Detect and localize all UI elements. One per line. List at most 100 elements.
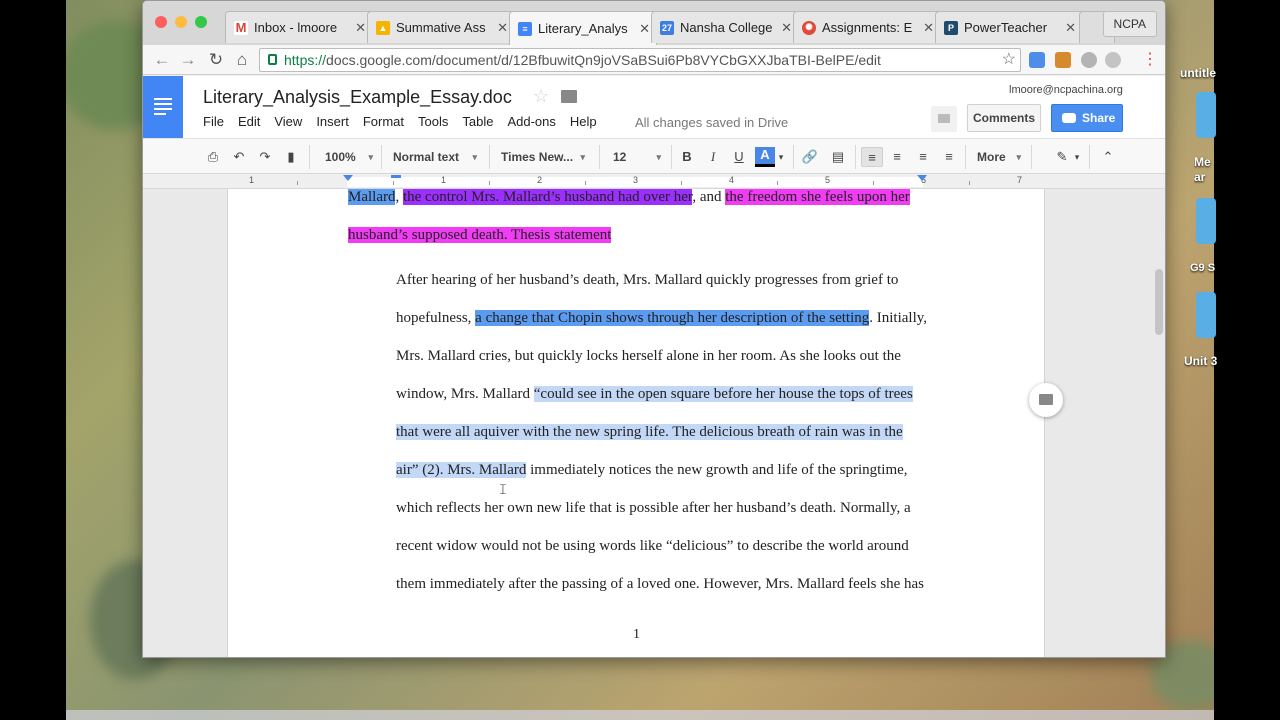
- address-bar[interactable]: https://docs.google.com/document/d/12Bfb…: [259, 48, 1021, 72]
- folder-icon[interactable]: [561, 90, 577, 103]
- star-icon[interactable]: ☆: [533, 86, 549, 107]
- align-center-icon[interactable]: ≡: [887, 147, 907, 167]
- menu-addons[interactable]: Add-ons: [507, 114, 555, 129]
- italic-button[interactable]: I: [705, 147, 721, 167]
- browser-window: M Inbox - lmoore ✕ ▲ Summative Ass ✕ ≡ L…: [142, 0, 1166, 658]
- menu-format[interactable]: Format: [363, 114, 404, 129]
- skype-extension-icon[interactable]: [1081, 52, 1097, 68]
- thesis-paragraph[interactable]: Mallard, the control Mrs. Mallard’s husb…: [348, 178, 928, 254]
- menu-bar: File Edit View Insert Format Tools Table…: [203, 114, 611, 129]
- powerteacher-icon: P: [944, 20, 958, 35]
- minimize-window-button[interactable]: [175, 16, 187, 28]
- close-icon[interactable]: ✕: [497, 20, 508, 36]
- folder-icon[interactable]: [1196, 292, 1216, 338]
- document-page[interactable]: Mallard, the control Mrs. Mallard’s husb…: [227, 189, 1045, 657]
- dock[interactable]: [66, 710, 1214, 720]
- desktop-item-label: Me ar: [1194, 155, 1211, 184]
- save-status[interactable]: All changes saved in Drive: [635, 115, 788, 130]
- bookmark-star-icon[interactable]: ☆: [1002, 49, 1016, 71]
- menu-table[interactable]: Table: [462, 114, 493, 129]
- comment-icon[interactable]: ▤: [829, 147, 847, 167]
- close-icon[interactable]: ✕: [355, 20, 366, 36]
- divider: [965, 145, 966, 169]
- menu-help[interactable]: Help: [570, 114, 597, 129]
- paragraph-style-select[interactable]: Normal text: [393, 147, 477, 167]
- tab-inbox[interactable]: M Inbox - lmoore ✕: [225, 11, 373, 43]
- tab-literary-analysis[interactable]: ≡ Literary_Analys ✕: [509, 11, 657, 45]
- tab-bar: M Inbox - lmoore ✕ ▲ Summative Ass ✕ ≡ L…: [143, 1, 1165, 45]
- editing-toolbar: ⎙ ↶ ↷ ▮ 100% Normal text Times New... 12…: [143, 138, 1165, 174]
- menu-dots-icon[interactable]: ⋮: [1139, 49, 1161, 71]
- undo-icon[interactable]: ↶: [231, 147, 247, 167]
- share-button[interactable]: Share: [1051, 104, 1123, 132]
- back-arrow-icon[interactable]: ←: [151, 49, 173, 71]
- close-icon[interactable]: ✕: [639, 21, 650, 37]
- chevron-down-icon[interactable]: ▾: [777, 147, 785, 167]
- tab-summative[interactable]: ▲ Summative Ass ✕: [367, 11, 515, 43]
- tab-nansha[interactable]: 27 Nansha College ✕: [651, 11, 799, 43]
- tab-assignments[interactable]: ✺ Assignments: E ✕: [793, 11, 941, 43]
- tab-powerteacher[interactable]: P PowerTeacher ✕: [935, 11, 1083, 43]
- docs-home-icon[interactable]: [143, 76, 183, 138]
- extension-icon[interactable]: [1105, 52, 1121, 68]
- document-title[interactable]: Literary_Analysis_Example_Essay.doc: [203, 87, 512, 108]
- menu-view[interactable]: View: [274, 114, 302, 129]
- paint-format-icon[interactable]: ▮: [283, 147, 299, 167]
- menu-insert[interactable]: Insert: [316, 114, 349, 129]
- tab-title: Nansha College: [680, 20, 773, 35]
- close-window-button[interactable]: [155, 16, 167, 28]
- comments-button[interactable]: Comments: [967, 104, 1041, 132]
- font-select[interactable]: Times New...: [501, 147, 585, 167]
- align-right-icon[interactable]: ≡: [913, 147, 933, 167]
- home-icon[interactable]: ⌂: [231, 49, 253, 71]
- page-number: 1: [633, 627, 640, 642]
- zoom-select[interactable]: 100%: [325, 147, 373, 167]
- bold-button[interactable]: B: [679, 147, 695, 167]
- more-menu[interactable]: More: [977, 147, 1021, 167]
- justify-icon[interactable]: ≡: [939, 147, 959, 167]
- tab-title: Assignments: E: [822, 20, 913, 35]
- underline-button[interactable]: U: [731, 147, 747, 167]
- offline-extension-icon[interactable]: [1055, 52, 1071, 68]
- divider: [793, 145, 794, 169]
- print-icon[interactable]: ⎙: [205, 147, 221, 167]
- link-icon[interactable]: 🔗: [801, 147, 819, 167]
- zoom-window-button[interactable]: [195, 16, 207, 28]
- redo-icon[interactable]: ↷: [257, 147, 273, 167]
- scrollbar[interactable]: [1155, 269, 1163, 335]
- font-size-select[interactable]: 12: [613, 147, 661, 167]
- tab-title: Literary_Analys: [538, 21, 628, 36]
- letterbox-left: [0, 0, 66, 720]
- docs-extension-icon[interactable]: [1029, 52, 1045, 68]
- reload-icon[interactable]: ↻: [205, 49, 227, 71]
- chevron-down-icon[interactable]: ▾: [1073, 147, 1081, 167]
- add-comment-icon[interactable]: [1029, 383, 1063, 417]
- align-left-icon[interactable]: ≡: [861, 147, 883, 167]
- account-email[interactable]: lmoore@ncpachina.org: [1009, 84, 1123, 96]
- close-icon[interactable]: ✕: [923, 20, 934, 36]
- document-body[interactable]: Mallard, the control Mrs. Mallard’s husb…: [348, 178, 928, 603]
- divider: [599, 145, 600, 169]
- tab-title: Summative Ass: [396, 20, 486, 35]
- profile-button[interactable]: NCPA: [1102, 11, 1157, 37]
- menu-edit[interactable]: Edit: [238, 114, 260, 129]
- folder-icon[interactable]: [1196, 198, 1216, 244]
- folder-icon[interactable]: [1196, 92, 1216, 138]
- text-color-button[interactable]: A: [755, 147, 775, 167]
- ruler-number: 7: [1017, 175, 1023, 185]
- tab-title: PowerTeacher: [964, 20, 1048, 35]
- url-path: docs.google.com/document/d/12BfbuwitQn9j…: [326, 52, 881, 68]
- tab-title: Inbox - lmoore: [254, 20, 338, 35]
- collapse-icon[interactable]: ⌃: [1099, 147, 1117, 167]
- highlight-blue: Mallard: [348, 189, 396, 205]
- chat-icon[interactable]: [931, 106, 957, 132]
- close-icon[interactable]: ✕: [1065, 20, 1076, 36]
- body-paragraph[interactable]: After hearing of her husband’s death, Mr…: [348, 261, 928, 603]
- desktop-item-label: untitle: [1180, 66, 1216, 80]
- menu-tools[interactable]: Tools: [418, 114, 448, 129]
- divider: [309, 145, 310, 169]
- menu-file[interactable]: File: [203, 114, 224, 129]
- close-icon[interactable]: ✕: [781, 20, 792, 36]
- forward-arrow-icon[interactable]: →: [177, 49, 199, 71]
- pencil-icon[interactable]: ✎: [1053, 147, 1071, 167]
